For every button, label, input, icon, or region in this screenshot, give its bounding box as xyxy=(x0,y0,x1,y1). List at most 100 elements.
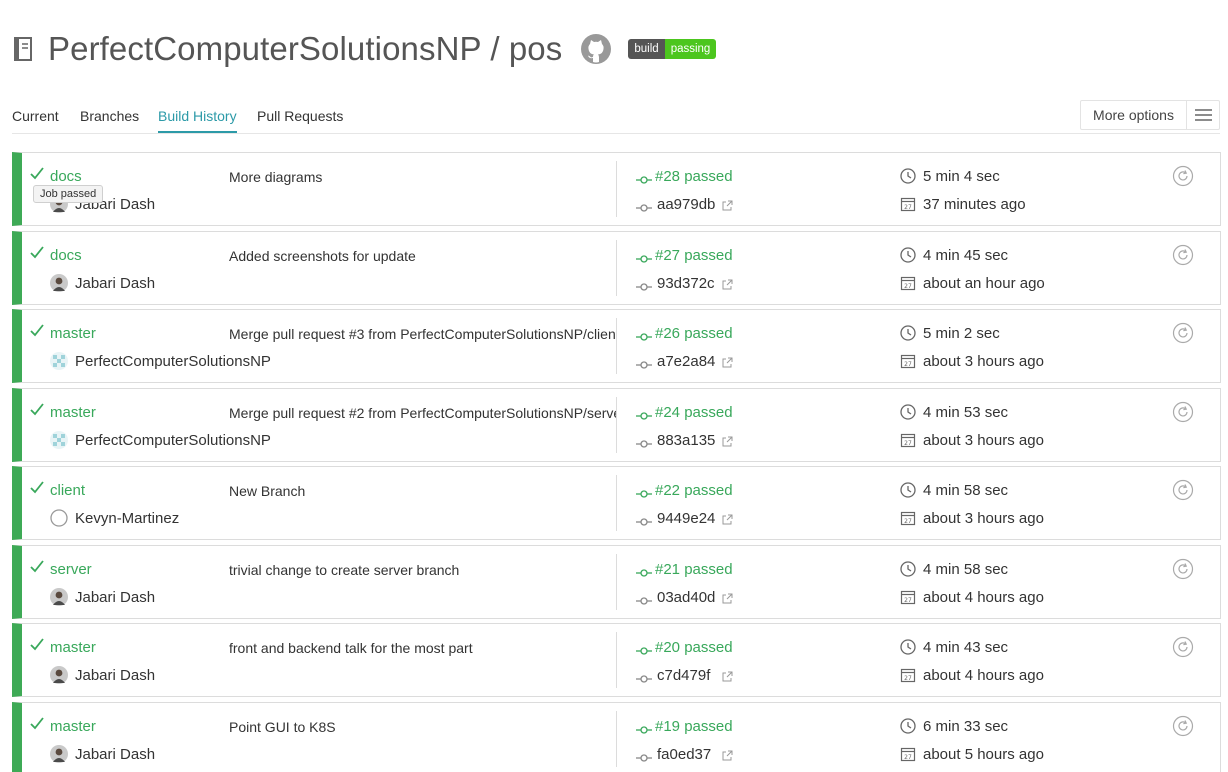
build-row[interactable]: master PerfectComputerSolutionsNP Merge pu… xyxy=(12,387,1221,462)
avatar xyxy=(50,273,68,292)
build-row[interactable]: docs Jabari Dash More diagrams #28 passed aa… xyxy=(12,152,1221,226)
commit-sha-link[interactable]: fa0ed37 xyxy=(657,746,711,763)
build-row[interactable]: master Jabari Dash Point GUI to K8S #19 pas… xyxy=(12,701,1221,772)
build-row[interactable]: client Kevyn-Martinez New Branch #22 passed… xyxy=(12,466,1221,540)
external-link-icon[interactable] xyxy=(722,434,733,446)
commit-sha-link[interactable]: aa979db xyxy=(657,196,715,213)
build-number-link[interactable]: #20 passed xyxy=(655,639,733,656)
build-duration: 4 min 43 sec xyxy=(923,639,1009,656)
badge-status: passing xyxy=(664,39,717,59)
branch-link[interactable]: master xyxy=(50,718,96,735)
commit-icon xyxy=(636,486,652,498)
branch-link[interactable]: server xyxy=(50,561,92,578)
commit-message: front and backend talk for the most part xyxy=(229,640,473,656)
external-link-icon[interactable] xyxy=(722,512,733,525)
svg-text:27: 27 xyxy=(904,675,912,682)
svg-text:27: 27 xyxy=(904,361,912,368)
calendar-icon: 27 xyxy=(900,353,916,369)
github-icon[interactable] xyxy=(580,33,612,65)
external-link-icon[interactable] xyxy=(722,591,733,603)
build-row[interactable]: master Jabari Dash front and backend talk … xyxy=(12,623,1221,697)
branch-link[interactable]: master xyxy=(50,325,96,342)
build-number-link[interactable]: #19 passed xyxy=(655,718,733,735)
external-link-icon[interactable] xyxy=(722,748,733,760)
commit-author: Jabari Dash xyxy=(75,274,156,292)
clock-icon xyxy=(900,168,916,184)
commit-icon xyxy=(636,565,652,577)
branch-link[interactable]: master xyxy=(50,639,96,656)
build-number-link[interactable]: #22 passed xyxy=(655,482,733,499)
divider xyxy=(616,161,617,217)
clock-icon xyxy=(900,560,916,577)
external-link-icon[interactable] xyxy=(722,277,733,289)
branch-link[interactable]: docs xyxy=(50,247,82,264)
build-finished-time: about 3 hours ago xyxy=(923,510,1044,527)
repo-tabs: Current Branches Build History Pull Requ… xyxy=(12,100,1220,134)
commit-icon xyxy=(636,514,652,526)
avatar xyxy=(50,430,68,449)
build-finished-time: about 5 hours ago xyxy=(923,745,1044,763)
branch-link[interactable]: master xyxy=(50,404,96,421)
commit-sha-link[interactable]: c7d479f xyxy=(657,667,710,684)
external-link-icon[interactable] xyxy=(722,355,733,368)
hamburger-menu-icon[interactable] xyxy=(1186,101,1219,129)
build-number-link[interactable]: #27 passed xyxy=(655,247,733,264)
repo-icon xyxy=(12,36,34,62)
commit-sha-link[interactable]: 9449e24 xyxy=(657,510,715,527)
repo-name-link[interactable]: pos xyxy=(509,30,563,67)
restart-build-icon[interactable] xyxy=(1172,558,1194,580)
branch-link[interactable]: docs xyxy=(50,168,82,185)
restart-build-icon[interactable] xyxy=(1172,479,1194,501)
divider xyxy=(616,553,617,610)
commit-icon xyxy=(636,357,652,369)
check-icon xyxy=(29,401,45,417)
build-row[interactable]: docs Jabari Dash Added screenshots for upd… xyxy=(12,230,1221,305)
restart-build-icon[interactable] xyxy=(1172,165,1194,187)
repo-separator: / xyxy=(481,30,509,67)
restart-build-icon[interactable] xyxy=(1172,322,1194,344)
build-duration: 6 min 33 sec xyxy=(923,717,1009,735)
more-options-button[interactable]: More options xyxy=(1080,100,1220,130)
restart-build-icon[interactable] xyxy=(1172,401,1194,423)
svg-text:27: 27 xyxy=(904,440,912,447)
restart-build-icon[interactable] xyxy=(1172,244,1194,266)
svg-text:27: 27 xyxy=(904,518,912,525)
commit-sha-link[interactable]: 93d372c xyxy=(657,275,715,292)
tab-current[interactable]: Current xyxy=(12,108,59,131)
commit-message: Merge pull request #2 from PerfectComput… xyxy=(229,404,616,421)
external-link-icon[interactable] xyxy=(722,198,733,211)
build-duration: 4 min 45 sec xyxy=(923,246,1009,264)
commit-icon xyxy=(636,671,652,683)
restart-build-icon[interactable] xyxy=(1172,715,1194,737)
build-status-badge[interactable]: build passing xyxy=(628,39,717,59)
calendar-icon: 27 xyxy=(900,275,916,291)
branch-link[interactable]: client xyxy=(50,482,85,499)
check-icon xyxy=(29,558,45,574)
build-row[interactable]: server Jabari Dash trivial change to creat… xyxy=(12,544,1221,619)
build-finished-time: about 3 hours ago xyxy=(923,353,1044,370)
commit-icon xyxy=(636,643,652,655)
commit-author: Kevyn-Martinez xyxy=(75,510,180,527)
tab-branches[interactable]: Branches xyxy=(80,108,139,131)
tab-pull-requests[interactable]: Pull Requests xyxy=(257,108,343,131)
commit-sha-link[interactable]: 883a135 xyxy=(657,432,715,449)
commit-author: Jabari Dash xyxy=(75,667,156,684)
build-number-link[interactable]: #24 passed xyxy=(655,404,733,421)
commit-sha-link[interactable]: 03ad40d xyxy=(657,589,715,606)
build-number-link[interactable]: #26 passed xyxy=(655,325,733,342)
commit-sha-link[interactable]: a7e2a84 xyxy=(657,353,715,370)
build-finished-time: about an hour ago xyxy=(923,274,1045,292)
build-row[interactable]: master PerfectComputerSolutionsNP Merge pu… xyxy=(12,309,1221,383)
tab-build-history[interactable]: Build History xyxy=(158,108,237,133)
clock-icon xyxy=(900,246,916,263)
commit-icon xyxy=(636,200,652,212)
avatar xyxy=(50,587,68,606)
repo-owner-link[interactable]: PerfectComputerSolutionsNP xyxy=(48,30,481,67)
build-number-link[interactable]: #28 passed xyxy=(655,168,733,185)
commit-icon xyxy=(636,251,652,263)
svg-text:27: 27 xyxy=(904,597,912,604)
build-number-link[interactable]: #21 passed xyxy=(655,561,733,578)
restart-build-icon[interactable] xyxy=(1172,636,1194,658)
external-link-icon[interactable] xyxy=(722,669,733,682)
commit-author: Jabari Dash xyxy=(75,588,156,606)
